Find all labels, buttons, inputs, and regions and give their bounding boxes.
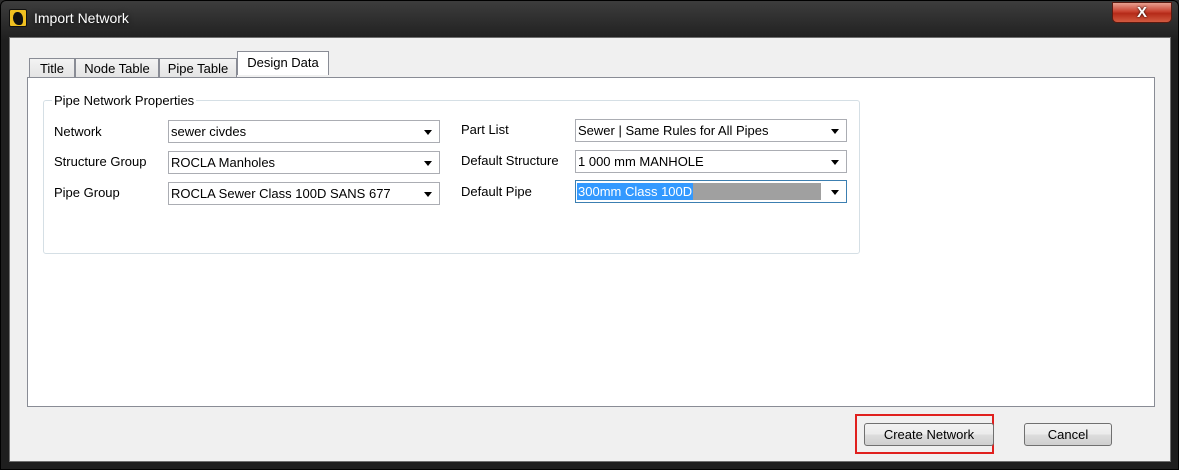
pipe-network-properties-group: Pipe Network Properties Network sewer ci… (43, 93, 860, 254)
default-structure-label: Default Structure (461, 153, 559, 168)
default-pipe-combo[interactable]: 300mm Class 100D (575, 180, 847, 203)
create-network-button[interactable]: Create Network (864, 423, 994, 446)
network-value: sewer civdes (171, 124, 247, 139)
tab-node-table[interactable]: Node Table (75, 58, 159, 78)
import-network-dialog: Import Network X Title Node Table Pipe T… (0, 0, 1179, 470)
tab-design-data[interactable]: Design Data (237, 51, 329, 75)
tab-pipe-table[interactable]: Pipe Table (159, 58, 237, 78)
part-list-combo[interactable]: Sewer | Same Rules for All Pipes (575, 119, 847, 142)
pipe-group-value: ROCLA Sewer Class 100D SANS 677 (171, 186, 391, 201)
part-list-label: Part List (461, 122, 509, 137)
group-title: Pipe Network Properties (52, 93, 197, 108)
close-icon: X (1136, 4, 1147, 21)
chevron-down-icon[interactable] (424, 192, 432, 197)
default-pipe-value: 300mm Class 100D (577, 183, 694, 200)
pipe-group-label: Pipe Group (54, 185, 120, 200)
cancel-button[interactable]: Cancel (1024, 423, 1112, 446)
structure-group-value: ROCLA Manholes (171, 155, 276, 170)
design-data-panel: Pipe Network Properties Network sewer ci… (27, 77, 1155, 407)
structure-group-label: Structure Group (54, 154, 147, 169)
default-pipe-label: Default Pipe (461, 184, 532, 199)
africa-logo-icon (9, 9, 27, 27)
window-title: Import Network (34, 10, 129, 26)
chevron-down-icon[interactable] (831, 190, 839, 195)
network-label: Network (54, 124, 102, 139)
network-combo[interactable]: sewer civdes (168, 120, 440, 143)
title-bar[interactable]: Import Network X (1, 1, 1178, 37)
pipe-group-combo[interactable]: ROCLA Sewer Class 100D SANS 677 (168, 182, 440, 205)
part-list-value: Sewer | Same Rules for All Pipes (578, 123, 769, 138)
tab-title[interactable]: Title (29, 58, 75, 78)
close-button[interactable]: X (1112, 2, 1172, 23)
default-structure-combo[interactable]: 1 000 mm MANHOLE (575, 150, 847, 173)
chevron-down-icon[interactable] (424, 130, 432, 135)
dialog-client-area: Title Node Table Pipe Table Design Data … (9, 37, 1171, 462)
default-structure-value: 1 000 mm MANHOLE (578, 154, 704, 169)
structure-group-combo[interactable]: ROCLA Manholes (168, 151, 440, 174)
chevron-down-icon[interactable] (424, 161, 432, 166)
chevron-down-icon[interactable] (831, 160, 839, 165)
chevron-down-icon[interactable] (831, 129, 839, 134)
